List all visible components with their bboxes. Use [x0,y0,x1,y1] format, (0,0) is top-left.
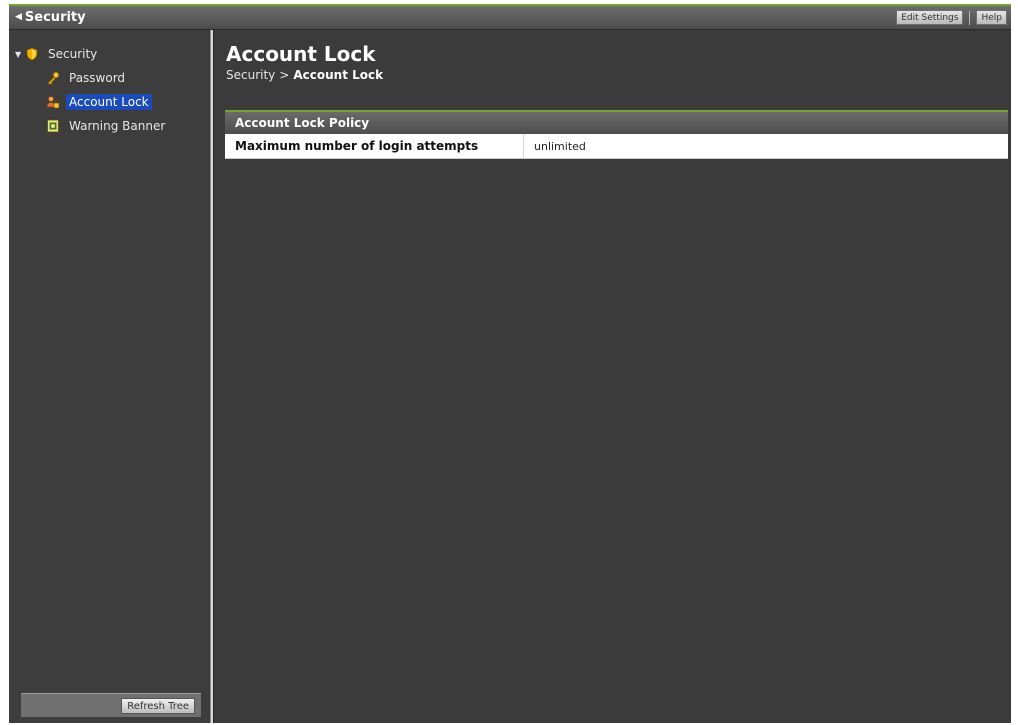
edit-settings-button[interactable]: Edit Settings [896,10,964,25]
main-content: Account Lock Security > Account Lock Accou… [214,30,1011,723]
tree-item-security[interactable]: ▼ Security [9,42,210,66]
navigation-tree: ▼ Security Password Account Lock Warning… [9,42,210,138]
tree-item-label: Password [69,71,126,85]
expand-arrow-icon[interactable]: ▼ [15,50,25,59]
key-icon [46,71,60,85]
help-button[interactable]: Help [976,10,1007,25]
tree-item-warning-banner[interactable]: Warning Banner [9,114,210,138]
refresh-tree-bar: Refresh Tree [21,693,201,717]
tree-item-label: Security [48,47,98,61]
breadcrumb-parent[interactable]: Security [226,68,275,82]
security-window: ◀ Security Edit Settings Help ▼ Security [9,4,1011,723]
tree-item-password[interactable]: Password [9,66,210,90]
toolbar-divider [969,10,971,25]
tree-item-label: Warning Banner [69,119,166,133]
table-row: Maximum number of login attempts unlimit… [225,134,1008,159]
property-value: unlimited [534,139,586,153]
refresh-tree-button[interactable]: Refresh Tree [121,697,195,714]
breadcrumb: Security > Account Lock [226,68,383,82]
breadcrumb-current: Account Lock [293,68,384,82]
property-key: Maximum number of login attempts [225,134,524,158]
title-bar: ◀ Security Edit Settings Help [9,6,1011,30]
tree-item-account-lock[interactable]: Account Lock [9,90,210,114]
account-lock-policy-panel: Account Lock Policy Maximum number of lo… [225,110,1008,159]
tree-item-label: Account Lock [66,94,152,110]
back-arrow-icon[interactable]: ◀ [15,13,22,22]
sidebar: ▼ Security Password Account Lock Warning… [9,30,210,723]
breadcrumb-separator: > [279,68,290,82]
window-title: Security [24,10,86,25]
panel-header: Account Lock Policy [225,110,1008,134]
banner-icon [46,119,60,133]
shield-icon [25,47,39,61]
user-lock-icon [46,95,60,109]
page-title: Account Lock [226,42,376,66]
